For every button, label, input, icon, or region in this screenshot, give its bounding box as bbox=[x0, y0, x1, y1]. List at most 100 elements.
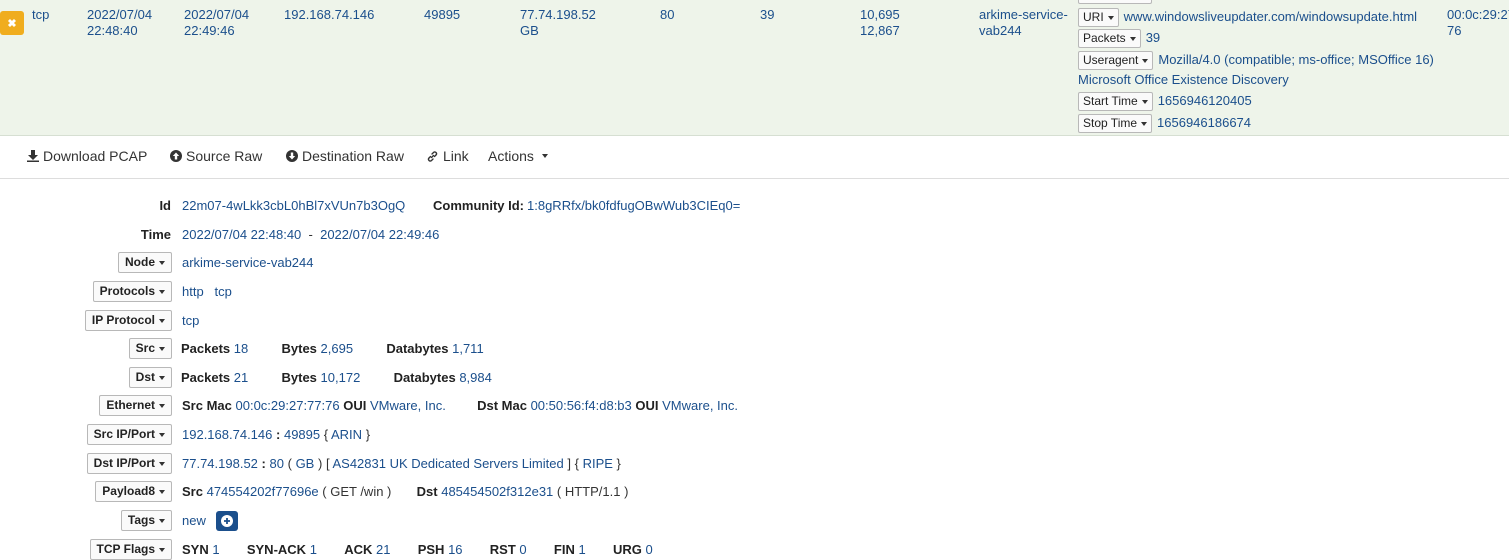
time-start[interactable]: 2022/07/04 22:48:40 bbox=[182, 227, 301, 242]
caret-down-icon bbox=[1129, 36, 1136, 41]
src-port-value[interactable]: 49895 bbox=[284, 427, 320, 442]
start-time-dropdown[interactable]: Start Time bbox=[1078, 92, 1153, 112]
caret-down-icon bbox=[1107, 15, 1114, 20]
src-rir-value[interactable]: ARIN bbox=[331, 427, 362, 442]
dst-bytes-value[interactable]: 10,172 bbox=[321, 370, 361, 385]
src-databytes-value[interactable]: 1,711 bbox=[452, 341, 484, 356]
uri-dropdown[interactable]: URI bbox=[1078, 8, 1119, 28]
protocols-dropdown[interactable]: Protocols bbox=[92, 281, 172, 302]
download-pcap-button[interactable]: Download PCAP bbox=[27, 148, 147, 164]
payload-src-value[interactable]: 474554202f77696e bbox=[207, 484, 319, 499]
caret-down-icon bbox=[541, 154, 548, 158]
time-stop[interactable]: 2022/07/04 22:49:46 bbox=[320, 227, 439, 242]
dst-country: GB bbox=[520, 23, 539, 38]
src-packets-key: Packets bbox=[181, 341, 231, 356]
caret-down-icon bbox=[159, 547, 165, 552]
psh-key: PSH bbox=[417, 542, 445, 557]
dst-ip-value[interactable]: 77.74.198.52 bbox=[182, 456, 258, 471]
src-ip-cell[interactable]: 192.168.74.146 bbox=[284, 7, 374, 23]
protocol-cell: tcp bbox=[32, 7, 50, 22]
payload8-value: Src 474554202f77696e ( GET /win ) Dst 48… bbox=[182, 484, 628, 499]
src-oui-value[interactable]: VMware, Inc. bbox=[370, 398, 446, 413]
tag-new[interactable]: new bbox=[182, 513, 206, 528]
close-session-button[interactable]: ✖ bbox=[0, 11, 24, 35]
dst-dropdown[interactable]: Dst bbox=[128, 367, 172, 388]
dst-packets-value[interactable]: 21 bbox=[234, 370, 248, 385]
src-packets-value[interactable]: 18 bbox=[234, 341, 248, 356]
source-raw-label: Source Raw bbox=[186, 148, 263, 164]
destination-raw-button[interactable]: Destination Raw bbox=[286, 148, 404, 164]
src-mac-value[interactable]: 00:0c:29:27:77:76 bbox=[236, 398, 340, 413]
useragent-dropdown[interactable]: Useragent bbox=[1078, 51, 1154, 71]
payload8-dropdown[interactable]: Payload8 bbox=[95, 481, 172, 502]
caret-down-icon bbox=[1142, 58, 1149, 63]
dst-ip[interactable]: 77.74.198.52 bbox=[520, 7, 596, 23]
id-label: Id bbox=[159, 198, 171, 213]
ack-value[interactable]: 21 bbox=[376, 542, 390, 557]
src-databytes-key: Databytes bbox=[386, 341, 449, 356]
dst-mac-value[interactable]: 00:50:56:f4:d8:b3 bbox=[531, 398, 632, 413]
packets-dropdown-label: Packets bbox=[1083, 31, 1126, 46]
dst-ip-port-dropdown[interactable]: Dst IP/Port bbox=[86, 453, 172, 474]
packets-dropdown[interactable]: Packets bbox=[1078, 29, 1141, 49]
truncated-dropdown[interactable] bbox=[1078, 0, 1152, 4]
node-dropdown[interactable]: Node bbox=[118, 252, 172, 273]
tcp-flags-dropdown[interactable]: TCP Flags bbox=[89, 539, 172, 560]
dst-oui-key: OUI bbox=[635, 398, 659, 413]
node-value[interactable]: arkime-service-vab244 bbox=[182, 255, 314, 270]
caret-down-icon bbox=[1141, 121, 1148, 126]
dst-country-value[interactable]: GB bbox=[296, 456, 315, 471]
link-button[interactable]: Link bbox=[426, 148, 469, 164]
node-cell[interactable]: arkime-service- vab244 bbox=[979, 7, 1068, 39]
useragent-value[interactable]: Mozilla/4.0 (compatible; ms-office; MSOf… bbox=[1158, 52, 1434, 67]
syn-key: SYN bbox=[182, 542, 209, 557]
dst-dropdown-label: Dst bbox=[135, 370, 155, 384]
node-2: vab244 bbox=[979, 23, 1022, 38]
info-description[interactable]: Microsoft Office Existence Discovery bbox=[1078, 70, 1289, 90]
fin-value[interactable]: 1 bbox=[578, 542, 585, 557]
caret-down-icon bbox=[159, 260, 165, 265]
payload-src-key: Src bbox=[182, 484, 203, 499]
synack-value[interactable]: 1 bbox=[310, 542, 317, 557]
caret-down-icon bbox=[159, 489, 165, 494]
src-port-cell[interactable]: 49895 bbox=[424, 7, 460, 23]
ip-protocol-dropdown-label: IP Protocol bbox=[91, 313, 155, 327]
syn-value[interactable]: 1 bbox=[212, 542, 219, 557]
src-dropdown[interactable]: Src bbox=[128, 338, 172, 359]
community-id-value[interactable]: 1:8gRRfx/bk0fdfugOBwWub3CIEq0= bbox=[527, 198, 740, 213]
dst-port-value[interactable]: 80 bbox=[270, 456, 284, 471]
protocol-tcp[interactable]: tcp bbox=[215, 284, 232, 299]
dst-port-cell[interactable]: 80 bbox=[660, 7, 674, 23]
actions-dropdown[interactable]: Actions bbox=[488, 148, 548, 164]
payload-dst-value[interactable]: 485454502f312e31 bbox=[441, 484, 553, 499]
caret-down-icon bbox=[159, 518, 165, 523]
id-value[interactable]: 22m07-4wLkk3cbL0hBl7xVUn7b3OgQ bbox=[182, 198, 405, 213]
mac-cell[interactable]: 00:0c:29:27 76 bbox=[1447, 7, 1509, 39]
time-label: Time bbox=[140, 227, 171, 242]
ethernet-dropdown[interactable]: Ethernet bbox=[99, 395, 172, 416]
src-bytes-value[interactable]: 2,695 bbox=[321, 341, 354, 356]
dst-databytes-value[interactable]: 8,984 bbox=[459, 370, 492, 385]
ip-protocol-value[interactable]: tcp bbox=[182, 313, 199, 328]
add-tag-button[interactable] bbox=[216, 511, 238, 531]
rst-value[interactable]: 0 bbox=[519, 542, 526, 557]
urg-value[interactable]: 0 bbox=[645, 542, 652, 557]
source-raw-button[interactable]: Source Raw bbox=[170, 148, 262, 164]
stop-time-value[interactable]: 1656946186674 bbox=[1157, 115, 1251, 130]
dst-asn-value[interactable]: AS42831 UK Dedicated Servers Limited bbox=[332, 456, 563, 471]
src-ip-port-dropdown[interactable]: Src IP/Port bbox=[86, 424, 172, 445]
tags-dropdown[interactable]: Tags bbox=[120, 510, 172, 531]
close-icon[interactable]: ✖ bbox=[7, 17, 16, 30]
dst-ip-cell[interactable]: 77.74.198.52 GB bbox=[520, 7, 596, 39]
psh-value[interactable]: 16 bbox=[448, 542, 462, 557]
start-time-value[interactable]: 1656946120405 bbox=[1158, 93, 1252, 108]
ip-protocol-dropdown[interactable]: IP Protocol bbox=[84, 310, 172, 331]
dst-oui-value[interactable]: VMware, Inc. bbox=[662, 398, 738, 413]
session-row[interactable]: ✖ tcp 2022/07/04 22:48:40 2022/07/04 22:… bbox=[0, 0, 1509, 136]
packets-value[interactable]: 39 bbox=[1146, 30, 1160, 45]
dst-rir-value[interactable]: RIPE bbox=[583, 456, 613, 471]
src-ip-value[interactable]: 192.168.74.146 bbox=[182, 427, 272, 442]
uri-value[interactable]: www.windowsliveupdater.com/windowsupdate… bbox=[1124, 9, 1417, 24]
stop-time-dropdown[interactable]: Stop Time bbox=[1078, 114, 1153, 134]
protocol-http[interactable]: http bbox=[182, 284, 204, 299]
